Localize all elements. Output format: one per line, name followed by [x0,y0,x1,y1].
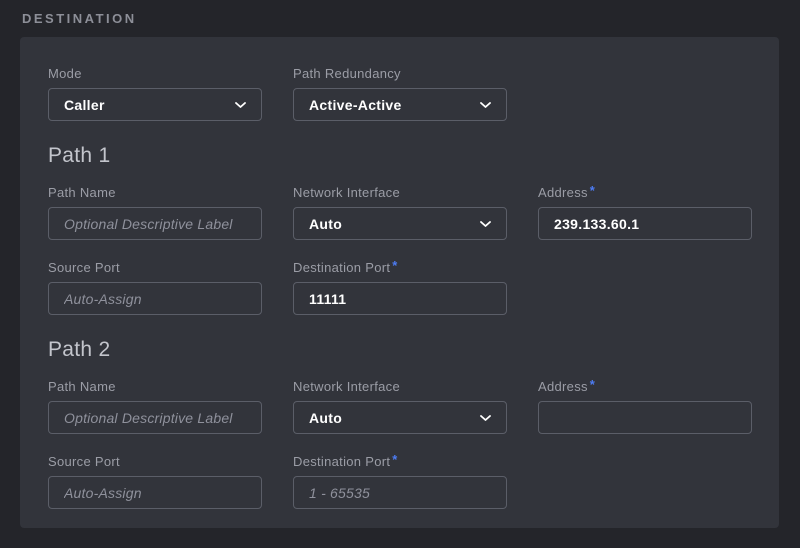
path1-source-port-field: Source Port [48,260,262,315]
path2-destination-port-input[interactable] [293,476,507,509]
required-asterisk: * [392,452,397,467]
mode-select-value: Caller [64,97,105,113]
path1-destination-port-input[interactable] [293,282,507,315]
path2-destination-port-label-text: Destination Port [293,454,390,469]
path1-path-name-field: Path Name [48,185,262,240]
path1-network-interface-label: Network Interface [293,185,507,201]
path-redundancy-select-value: Active-Active [309,97,402,113]
mode-field: Mode Caller [48,66,262,121]
path1-source-port-input[interactable] [48,282,262,315]
path1-network-interface-field: Network Interface Auto [293,185,507,240]
path2-source-port-input[interactable] [48,476,262,509]
path1-path-name-input[interactable] [48,207,262,240]
path2-address-input[interactable] [538,401,752,434]
path2-address-field: Address* [538,379,752,434]
path2-address-label-text: Address [538,379,588,394]
path1-row-1: Path Name Network Interface Auto Address… [48,185,752,240]
path1-destination-port-label-text: Destination Port [293,260,390,275]
path2-source-port-field: Source Port [48,454,262,509]
path2-path-name-field: Path Name [48,379,262,434]
path1-path-name-label: Path Name [48,185,262,201]
mode-select[interactable]: Caller [48,88,262,121]
mode-redundancy-row: Mode Caller Path Redundancy Active-Activ… [48,66,752,121]
chevron-down-icon [480,221,491,227]
path2-path-name-label: Path Name [48,379,262,395]
path1-network-interface-select-value: Auto [309,216,342,232]
path2-network-interface-select[interactable]: Auto [293,401,507,434]
path1-row-2: Source Port Destination Port* [48,260,752,315]
path-redundancy-label: Path Redundancy [293,66,507,82]
path1-address-field: Address* [538,185,752,240]
destination-section-title: DESTINATION [22,11,137,26]
required-asterisk: * [590,183,595,198]
path1-heading: Path 1 [48,143,752,169]
chevron-down-icon [480,415,491,421]
path1-network-interface-select[interactable]: Auto [293,207,507,240]
path-redundancy-select[interactable]: Active-Active [293,88,507,121]
destination-card: Mode Caller Path Redundancy Active-Activ… [20,37,779,528]
path2-network-interface-label: Network Interface [293,379,507,395]
chevron-down-icon [480,102,491,108]
chevron-down-icon [235,102,246,108]
path2-destination-port-field: Destination Port* [293,454,507,509]
path1-address-label-text: Address [538,185,588,200]
path2-network-interface-select-value: Auto [309,410,342,426]
path1-destination-port-label: Destination Port* [293,260,507,276]
mode-label: Mode [48,66,262,82]
required-asterisk: * [392,258,397,273]
path2-row-2: Source Port Destination Port* [48,454,752,509]
path1-source-port-label: Source Port [48,260,262,276]
path2-row-1: Path Name Network Interface Auto Address… [48,379,752,434]
path2-address-label: Address* [538,379,752,395]
path2-source-port-label: Source Port [48,454,262,470]
path2-path-name-input[interactable] [48,401,262,434]
required-asterisk: * [590,377,595,392]
path-redundancy-field: Path Redundancy Active-Active [293,66,507,121]
path1-address-label: Address* [538,185,752,201]
path2-heading: Path 2 [48,337,752,363]
path1-destination-port-field: Destination Port* [293,260,507,315]
path2-destination-port-label: Destination Port* [293,454,507,470]
path1-address-input[interactable] [538,207,752,240]
path2-network-interface-field: Network Interface Auto [293,379,507,434]
